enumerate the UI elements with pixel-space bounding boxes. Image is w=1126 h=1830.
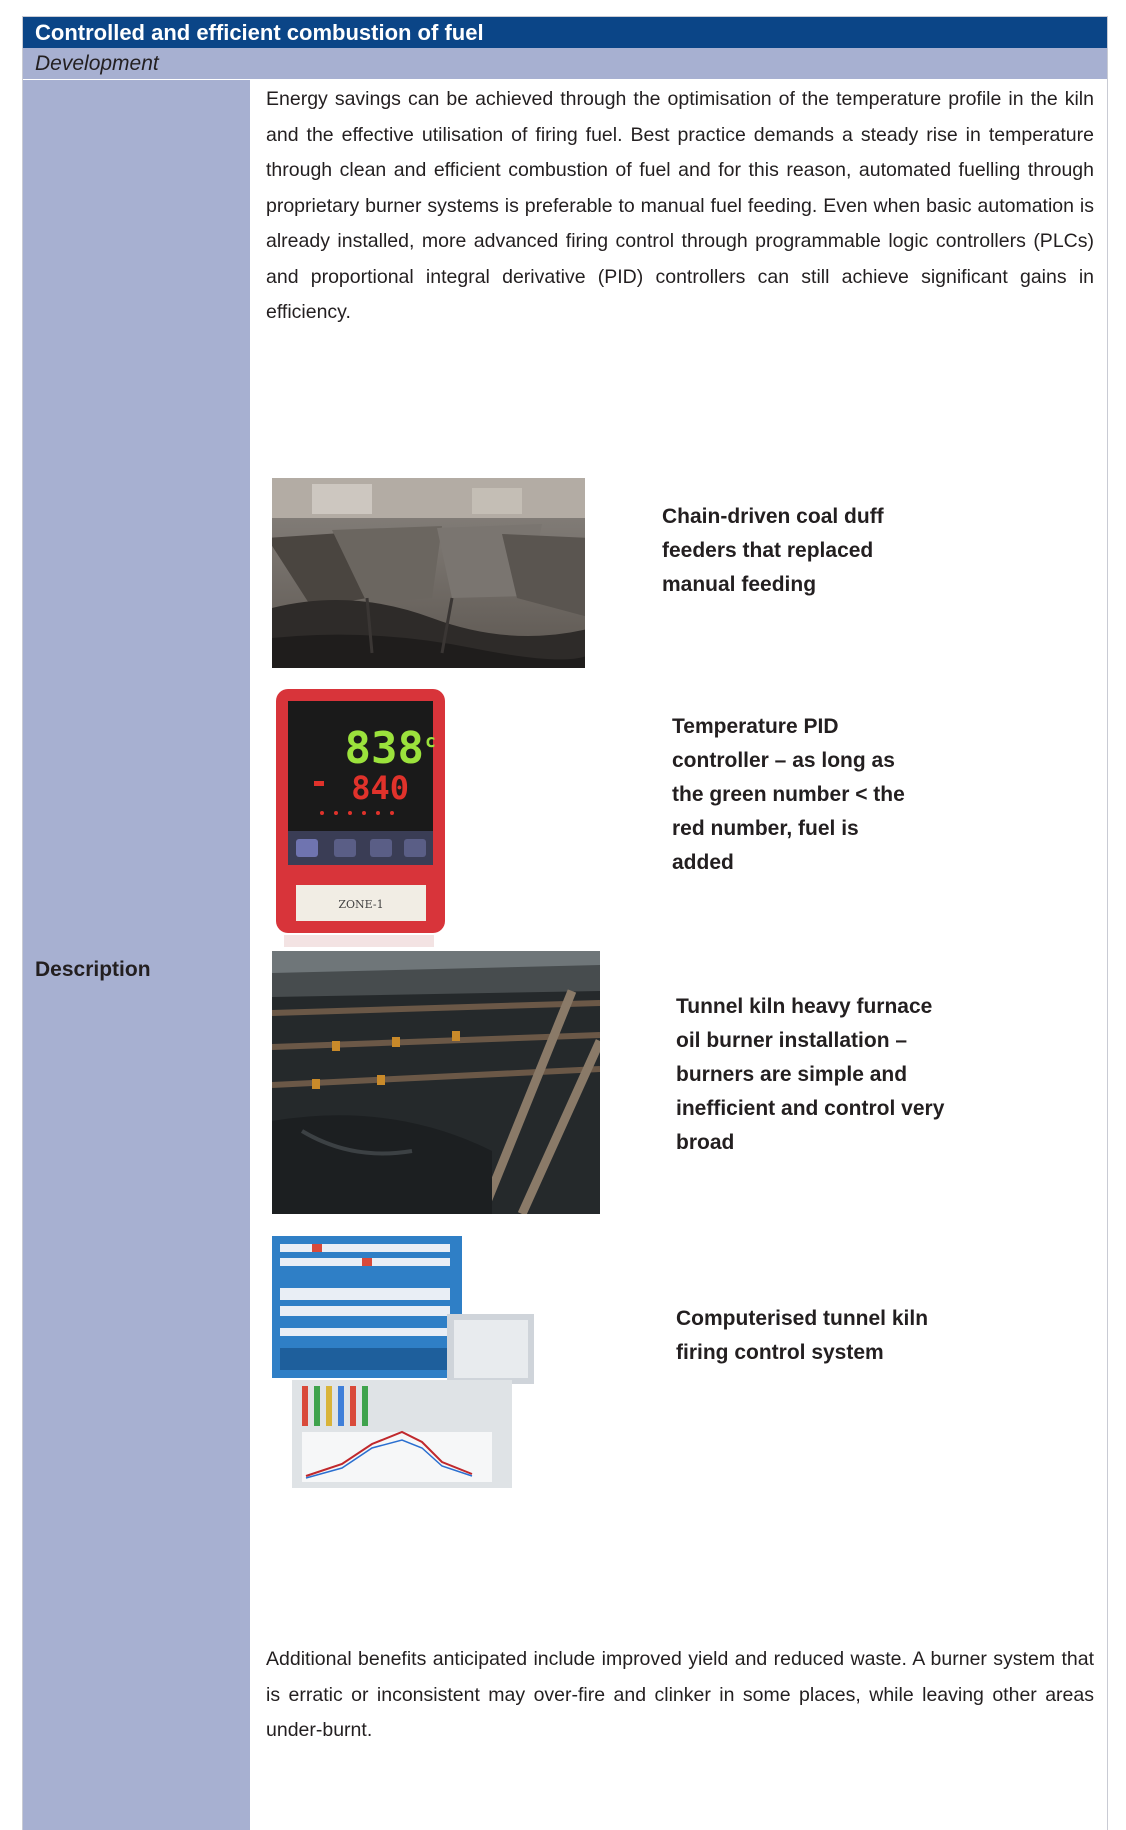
page: Controlled and efficient combustion of f… bbox=[0, 0, 1126, 1830]
control-system-screenshot bbox=[272, 1236, 534, 1492]
closing-paragraph: Additional benefits anticipated include … bbox=[266, 1648, 1094, 1741]
description-table: Controlled and efficient combustion of f… bbox=[22, 16, 1108, 1830]
label-column: Description bbox=[23, 80, 250, 1830]
pid-sv-readout: 840 bbox=[351, 769, 409, 807]
pid-zone-tag: ZONE-1 bbox=[338, 898, 383, 911]
table-body: Description Energy savings can be achiev… bbox=[23, 80, 1107, 1830]
intro-paragraph: Energy savings can be achieved through t… bbox=[266, 88, 1094, 323]
table-title: Controlled and efficient combustion of f… bbox=[23, 17, 1107, 48]
figure-caption-1: Chain-driven coal duff feeders that repl… bbox=[662, 505, 884, 596]
coal-feeders-photo bbox=[272, 478, 585, 668]
figure-caption-3: Tunnel kiln heavy furnace oil burner ins… bbox=[676, 995, 945, 1154]
figure-caption-2: Temperature PID controller – as long as … bbox=[672, 715, 905, 874]
row-label: Description bbox=[35, 958, 151, 981]
pid-controller-photo: 838 c 840 ZONE-1 bbox=[274, 687, 447, 947]
content-column: Energy savings can be achieved through t… bbox=[252, 80, 1107, 1830]
figure-caption-4: Computerised tunnel kiln firing control … bbox=[676, 1307, 929, 1364]
burner-installation-photo bbox=[272, 951, 600, 1214]
table-subtitle: Development bbox=[23, 48, 1107, 80]
pid-unit-readout: c bbox=[425, 731, 436, 752]
pid-pv-readout: 838 bbox=[345, 723, 424, 774]
